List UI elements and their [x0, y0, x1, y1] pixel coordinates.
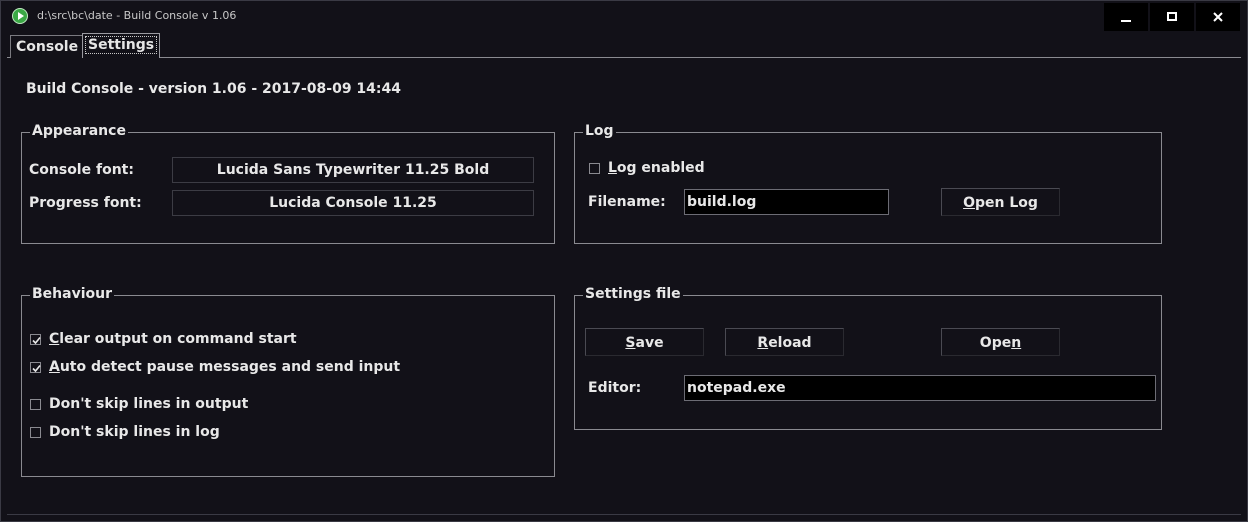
maximize-button[interactable] [1150, 3, 1194, 31]
log-group-title: Log [583, 122, 616, 140]
auto-detect-pause-checkbox[interactable] [30, 362, 41, 373]
tab-console[interactable]: Console [10, 35, 85, 58]
dont-skip-log-checkbox[interactable] [30, 427, 41, 438]
window-title: d:\src\bc\date - Build Console v 1.06 [37, 9, 237, 22]
dont-skip-output-label[interactable]: Don't skip lines in output [49, 396, 248, 412]
title-bar[interactable]: d:\src\bc\date - Build Console v 1.06 [1, 1, 1247, 32]
open-text: Ope [979, 335, 1012, 351]
close-icon [1213, 12, 1223, 22]
open-log-button[interactable]: Open Log [941, 188, 1060, 216]
save-hotkey: S [625, 335, 636, 351]
clear-output-label[interactable]: Clear output on command start [49, 331, 297, 347]
behaviour-group: Behaviour [21, 285, 555, 477]
build-console-window: d:\src\bc\date - Build Console v 1.06 Co… [0, 0, 1248, 522]
clear-output-checkbox[interactable] [30, 334, 41, 345]
editor-label: Editor: [588, 380, 642, 396]
maximize-icon [1167, 12, 1177, 21]
save-button[interactable]: Save [585, 328, 704, 356]
settings-file-group: Settings file [574, 285, 1162, 430]
auto-detect-pause-label-text: uto detect pause messages and send input [59, 359, 401, 375]
dont-skip-log-label[interactable]: Don't skip lines in log [49, 424, 220, 440]
log-enabled-checkbox[interactable] [589, 163, 600, 174]
console-font-label: Console font: [29, 162, 134, 178]
tab-panel-bottom-edge [7, 514, 1241, 515]
appearance-group: Appearance [21, 122, 555, 244]
clear-output-label-hotkey: C [49, 331, 60, 347]
log-enabled-label[interactable]: Log enabled [608, 160, 705, 176]
progress-font-button[interactable]: Lucida Console 11.25 [172, 190, 534, 216]
reload-text: eload [768, 335, 812, 351]
dont-skip-output-checkbox[interactable] [30, 399, 41, 410]
play-icon [12, 8, 28, 24]
clear-output-label-text: lear output on command start [59, 331, 297, 347]
auto-detect-pause-label-hotkey: A [49, 359, 60, 375]
open-log-hotkey: O [963, 195, 975, 211]
filename-label: Filename: [588, 194, 666, 210]
reload-button[interactable]: Reload [725, 328, 844, 356]
minimize-button[interactable] [1104, 3, 1148, 31]
log-enabled-label-text: og enabled [616, 160, 705, 176]
console-font-button[interactable]: Lucida Sans Typewriter 11.25 Bold [172, 157, 534, 183]
log-enabled-label-hotkey: L [608, 160, 617, 176]
tab-settings-label: Settings [88, 37, 155, 53]
minimize-icon [1121, 20, 1131, 22]
open-hotkey: n [1011, 335, 1022, 351]
auto-detect-pause-label[interactable]: Auto detect pause messages and send inpu… [49, 359, 400, 375]
reload-hotkey: R [757, 335, 769, 351]
appearance-group-title: Appearance [30, 122, 128, 140]
behaviour-group-title: Behaviour [30, 285, 114, 303]
filename-input[interactable]: build.log [684, 189, 889, 215]
settings-file-group-title: Settings file [583, 285, 683, 303]
check-icon [32, 364, 41, 373]
version-text: Build Console - version 1.06 - 2017-08-0… [26, 81, 401, 97]
tab-settings[interactable]: Settings [82, 33, 161, 58]
check-icon [32, 336, 41, 345]
editor-input[interactable]: notepad.exe [684, 375, 1156, 401]
log-group: Log [574, 122, 1162, 244]
open-log-text: pen Log [974, 195, 1038, 211]
progress-font-label: Progress font: [29, 195, 142, 211]
open-settings-button[interactable]: Open [941, 328, 1060, 356]
save-text: ave [635, 335, 664, 351]
close-button[interactable] [1196, 3, 1240, 31]
